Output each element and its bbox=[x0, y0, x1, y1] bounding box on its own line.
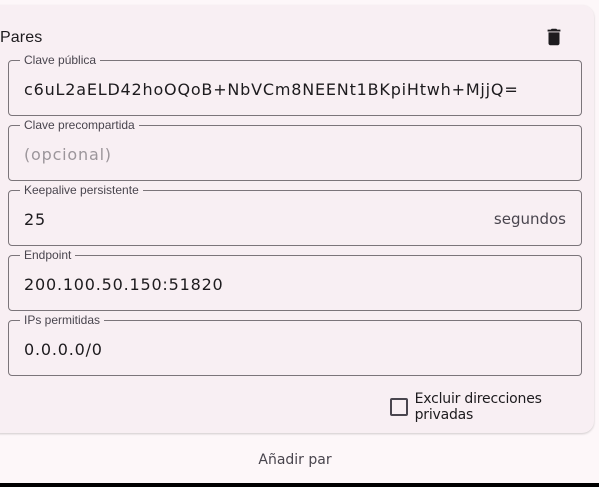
endpoint-field[interactable]: Endpoint 200.100.50.150:51820 bbox=[8, 249, 582, 311]
endpoint-value[interactable]: 200.100.50.150:51820 bbox=[24, 275, 224, 294]
public-key-label: Clave pública bbox=[20, 54, 101, 66]
bottom-edge bbox=[0, 483, 599, 487]
exclude-private-label: Excluir direcciones privadas bbox=[414, 391, 542, 423]
add-peer-button[interactable]: Añadir par bbox=[0, 452, 590, 468]
peer-card-title: Pares bbox=[0, 29, 43, 46]
keepalive-suffix: segundos bbox=[493, 210, 566, 228]
keepalive-field[interactable]: Keepalive persistente 25 segundos bbox=[8, 184, 582, 246]
allowed-ips-value[interactable]: 0.0.0.0/0 bbox=[24, 340, 103, 359]
preshared-key-placeholder[interactable]: (opcional) bbox=[24, 145, 112, 164]
keepalive-label: Keepalive persistente bbox=[20, 184, 143, 196]
endpoint-label: Endpoint bbox=[20, 249, 76, 261]
preshared-key-label: Clave precompartida bbox=[20, 119, 139, 131]
exclude-private-row[interactable]: Excluir direcciones privadas bbox=[390, 391, 599, 423]
preshared-key-field[interactable]: Clave precompartida (opcional) bbox=[8, 119, 582, 181]
exclude-private-checkbox[interactable] bbox=[390, 398, 408, 416]
public-key-value[interactable]: c6uL2aELD42hoOQoB+NbVCm8NEENt1BKpiHtwh+M… bbox=[24, 80, 519, 99]
public-key-field[interactable]: Clave pública c6uL2aELD42hoOQoB+NbVCm8NE… bbox=[8, 54, 582, 116]
keepalive-value[interactable]: 25 bbox=[24, 210, 46, 229]
trash-icon[interactable] bbox=[543, 26, 565, 48]
allowed-ips-label: IPs permitidas bbox=[20, 314, 105, 326]
allowed-ips-field[interactable]: IPs permitidas 0.0.0.0/0 bbox=[8, 314, 582, 376]
